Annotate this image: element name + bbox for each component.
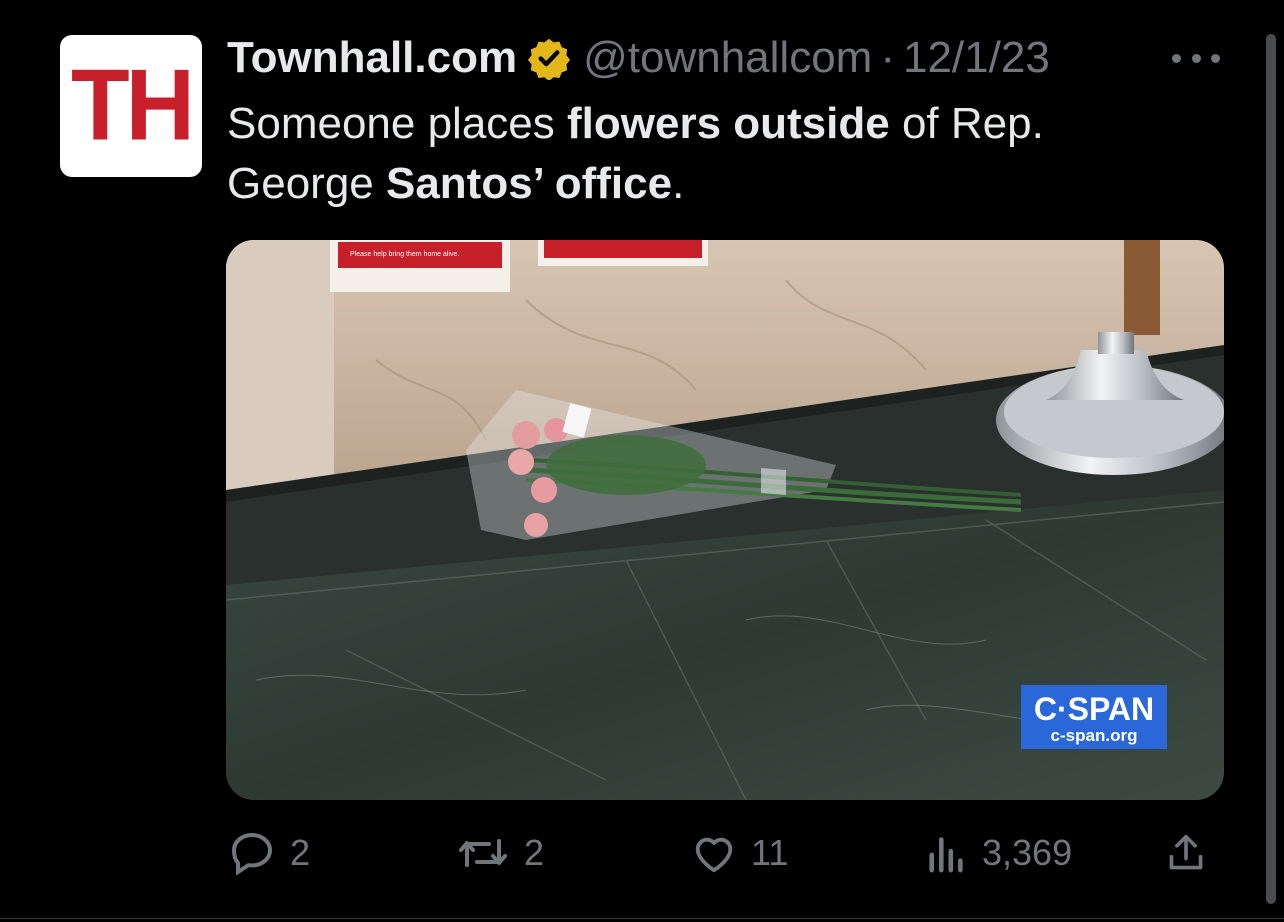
avatar-logo: TH [71,49,195,162]
text-bold-segment: Santos’ office [385,159,673,208]
cspan-logo-text: C·SPAN [1034,691,1154,727]
heart-icon [695,837,733,873]
repost-count: 2 [524,832,545,873]
reply-button[interactable]: 2 [228,828,310,878]
text-bold-segment: flowers outside [567,99,890,148]
repost-button[interactable]: 2 [456,828,544,878]
reply-count: 2 [290,832,311,873]
user-handle[interactable]: @townhallcom [583,33,872,83]
text-segment: Someone places [227,99,567,148]
repost-icon [459,839,507,867]
separator: · [880,33,895,82]
reply-icon [231,832,273,875]
verified-badge-icon[interactable] [527,36,571,80]
share-icon [1169,834,1203,870]
views-button[interactable]: 3,369 [926,828,1072,878]
view-count: 3,369 [982,832,1073,873]
tweet-header: Townhall.com @townhallcom · 12/1/23 [227,30,1050,86]
scrollbar[interactable] [1266,34,1276,904]
like-button[interactable]: 11 [691,828,788,878]
analytics-icon [929,837,963,873]
tweet[interactable]: TH Townhall.com @townhallcom · 12/1/23 S… [0,0,1284,922]
share-button[interactable] [1166,828,1220,878]
display-name[interactable]: Townhall.com [227,33,517,83]
avatar[interactable]: TH [60,35,202,177]
like-count: 11 [751,832,789,873]
tweet-media-photo[interactable]: Please help bring them home alive. C·SPA… [226,240,1224,800]
text-segment: George [227,159,386,208]
tweet-text: Someone places flowers outside of Rep. G… [227,94,1187,214]
text-segment: . [672,159,685,208]
more-dots-icon[interactable] [1172,52,1220,64]
cspan-url-text: c-span.org [1051,726,1138,745]
timestamp[interactable]: 12/1/23 [903,33,1050,83]
wall-sign-text: Please help bring them home alive. [350,251,459,258]
flowers-photo: Please help bring them home alive. C·SPA… [226,240,1224,800]
text-segment: of Rep. [889,99,1044,148]
tweet-actions: 2 2 11 3,369 [226,828,1224,878]
divider [0,918,1284,919]
